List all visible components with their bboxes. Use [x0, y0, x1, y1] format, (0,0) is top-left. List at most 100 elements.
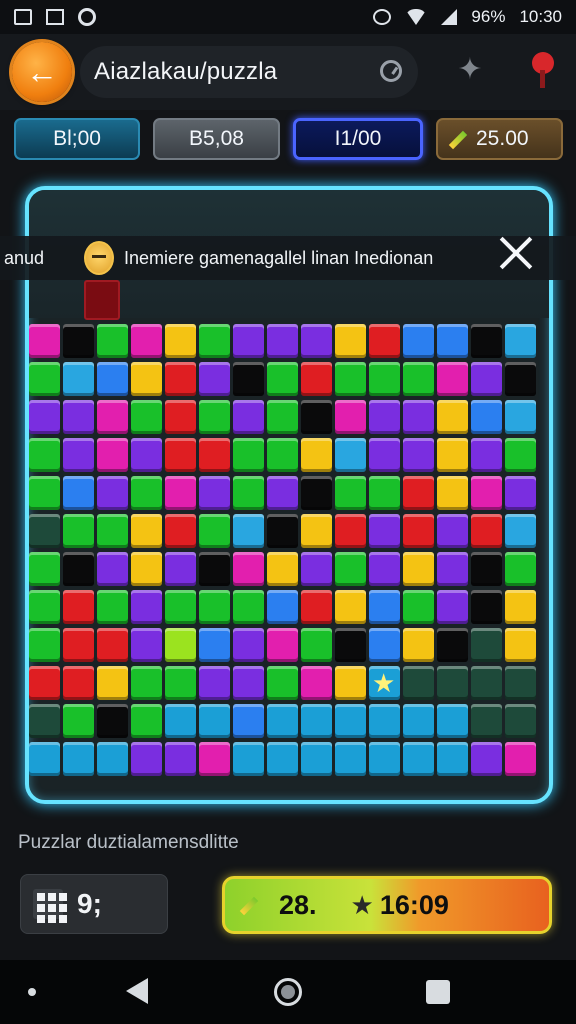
tile[interactable]	[301, 666, 332, 700]
tile[interactable]	[301, 590, 332, 624]
level-menu-button[interactable]: 9;	[20, 874, 168, 934]
tile[interactable]	[199, 438, 230, 472]
title-field[interactable]: Aiazlakau/puzzla	[80, 46, 418, 98]
tile[interactable]	[471, 514, 502, 548]
tile[interactable]	[165, 742, 196, 776]
assistant-dot-icon[interactable]	[28, 988, 36, 996]
tile[interactable]	[63, 742, 94, 776]
tile[interactable]	[437, 628, 468, 662]
tile[interactable]	[233, 704, 264, 738]
tile[interactable]	[63, 438, 94, 472]
tile[interactable]	[471, 742, 502, 776]
stat-box-2[interactable]: B5,08	[153, 118, 280, 160]
tile[interactable]	[165, 704, 196, 738]
tile[interactable]	[29, 704, 60, 738]
tile[interactable]	[29, 514, 60, 548]
tile[interactable]	[505, 438, 536, 472]
tile[interactable]	[369, 438, 400, 472]
tile[interactable]	[97, 324, 128, 358]
tile[interactable]	[63, 628, 94, 662]
tile[interactable]	[403, 552, 434, 586]
tile[interactable]	[403, 742, 434, 776]
tile[interactable]	[199, 666, 230, 700]
tile[interactable]	[233, 400, 264, 434]
tile[interactable]	[131, 628, 162, 662]
tile[interactable]	[233, 324, 264, 358]
tile[interactable]	[301, 362, 332, 396]
tile[interactable]	[267, 552, 298, 586]
tile[interactable]	[301, 742, 332, 776]
tile[interactable]	[97, 666, 128, 700]
tile[interactable]	[335, 666, 366, 700]
tile[interactable]	[335, 628, 366, 662]
tile[interactable]	[437, 400, 468, 434]
tile[interactable]	[233, 514, 264, 548]
tile[interactable]	[403, 590, 434, 624]
tile[interactable]	[471, 666, 502, 700]
tile[interactable]	[97, 476, 128, 510]
tile[interactable]	[131, 362, 162, 396]
tile[interactable]	[437, 590, 468, 624]
tile[interactable]	[131, 666, 162, 700]
tile[interactable]	[233, 628, 264, 662]
tile[interactable]	[301, 476, 332, 510]
tile[interactable]	[335, 324, 366, 358]
tile[interactable]	[29, 552, 60, 586]
tile[interactable]	[437, 704, 468, 738]
tile[interactable]	[369, 742, 400, 776]
tile[interactable]	[199, 514, 230, 548]
tile[interactable]	[335, 476, 366, 510]
tile[interactable]	[505, 742, 536, 776]
tile[interactable]	[369, 704, 400, 738]
tile[interactable]	[97, 704, 128, 738]
tile[interactable]	[29, 666, 60, 700]
tile[interactable]	[369, 666, 400, 700]
tile[interactable]	[505, 590, 536, 624]
tile[interactable]	[267, 590, 298, 624]
tile[interactable]	[301, 324, 332, 358]
tile[interactable]	[29, 324, 60, 358]
tile[interactable]	[233, 438, 264, 472]
tile[interactable]	[403, 324, 434, 358]
tile[interactable]	[165, 400, 196, 434]
tile[interactable]	[199, 552, 230, 586]
tile[interactable]	[199, 324, 230, 358]
tile[interactable]	[505, 552, 536, 586]
tile[interactable]	[403, 704, 434, 738]
tile[interactable]	[505, 476, 536, 510]
tile[interactable]	[165, 362, 196, 396]
tile[interactable]	[267, 514, 298, 548]
tile[interactable]	[505, 324, 536, 358]
tile[interactable]	[301, 514, 332, 548]
tile[interactable]	[165, 438, 196, 472]
tile[interactable]	[335, 400, 366, 434]
tile[interactable]	[369, 400, 400, 434]
tile[interactable]	[165, 552, 196, 586]
tile[interactable]	[403, 476, 434, 510]
clock-icon[interactable]	[380, 60, 402, 82]
tile-grid[interactable]	[24, 322, 556, 778]
tile[interactable]	[199, 628, 230, 662]
tile[interactable]	[301, 438, 332, 472]
tile[interactable]	[233, 666, 264, 700]
tile[interactable]	[267, 704, 298, 738]
puzzle-piece-icon[interactable]: ✦	[452, 52, 488, 88]
tile[interactable]	[437, 552, 468, 586]
tile[interactable]	[505, 628, 536, 662]
stat-box-1[interactable]: Bl;00	[14, 118, 140, 160]
tile[interactable]	[437, 362, 468, 396]
tile[interactable]	[131, 514, 162, 548]
tile[interactable]	[403, 514, 434, 548]
tile[interactable]	[335, 438, 366, 472]
tile[interactable]	[471, 476, 502, 510]
tile[interactable]	[369, 324, 400, 358]
tile[interactable]	[97, 514, 128, 548]
tile[interactable]	[335, 514, 366, 548]
tile[interactable]	[369, 552, 400, 586]
tile[interactable]	[335, 552, 366, 586]
nav-recents-icon[interactable]	[426, 980, 450, 1004]
tile[interactable]	[301, 552, 332, 586]
tile[interactable]	[335, 362, 366, 396]
stat-box-4[interactable]: 25.00	[436, 118, 563, 160]
tile[interactable]	[471, 704, 502, 738]
